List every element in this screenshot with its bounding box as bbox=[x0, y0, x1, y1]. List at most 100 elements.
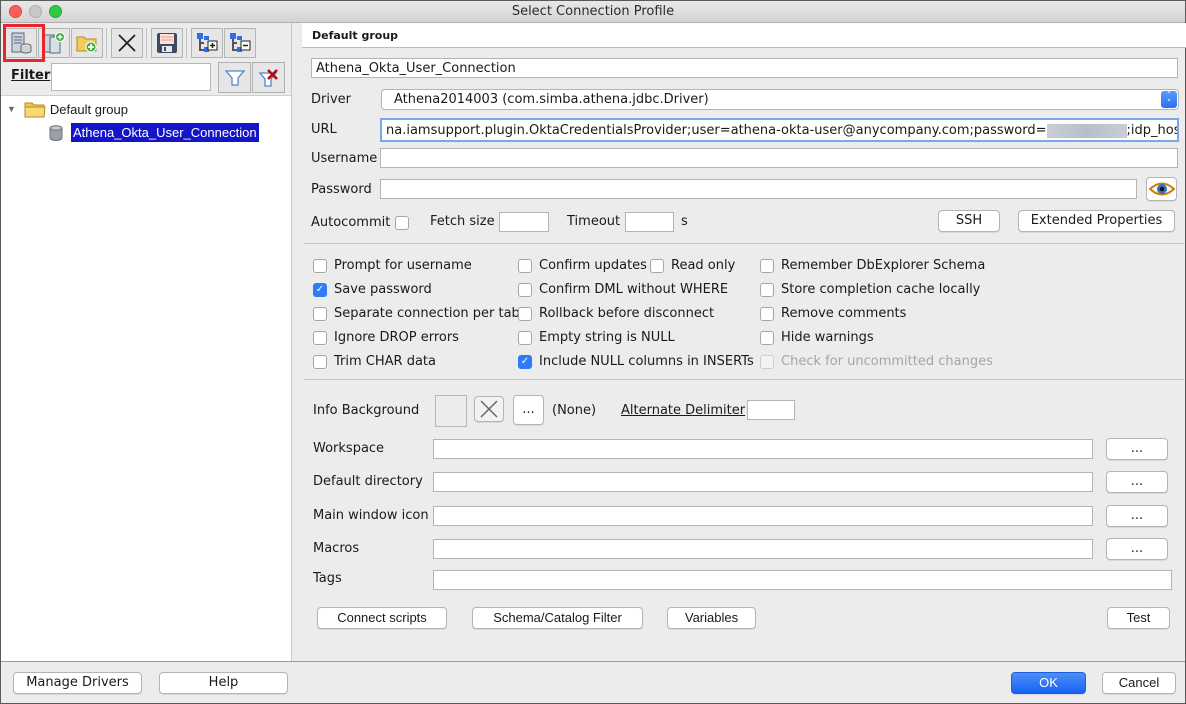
timeout-unit: s bbox=[681, 214, 688, 229]
checkbox[interactable] bbox=[760, 306, 774, 321]
option-trim-char-data[interactable]: Trim CHAR data bbox=[313, 354, 436, 369]
connect-scripts-button[interactable]: Connect scripts bbox=[317, 607, 447, 629]
checkbox[interactable] bbox=[313, 330, 327, 345]
fetch-size-input[interactable] bbox=[499, 212, 549, 232]
ok-button[interactable]: OK bbox=[1011, 672, 1086, 694]
close-window-button[interactable] bbox=[9, 5, 22, 18]
filter-input[interactable] bbox=[51, 63, 211, 91]
choose-color-button[interactable]: ... bbox=[513, 395, 544, 425]
show-password-button[interactable] bbox=[1146, 177, 1177, 201]
checkbox-checked[interactable]: ✓ bbox=[313, 282, 327, 297]
tree-profile-item[interactable]: Athena_Okta_User_Connection bbox=[49, 123, 259, 142]
checkbox[interactable] bbox=[650, 258, 664, 273]
main-window-icon-input[interactable] bbox=[433, 506, 1093, 526]
tags-input[interactable] bbox=[433, 570, 1172, 590]
cancel-button[interactable]: Cancel bbox=[1102, 672, 1176, 694]
test-button[interactable]: Test bbox=[1107, 607, 1170, 629]
default-directory-input[interactable] bbox=[433, 472, 1093, 492]
info-background-label: Info Background bbox=[313, 403, 420, 418]
window-title: Select Connection Profile bbox=[511, 4, 675, 19]
manage-drivers-label: Manage Drivers bbox=[26, 675, 129, 690]
option-confirm-dml[interactable]: Confirm DML without WHERE bbox=[518, 282, 728, 297]
delete-profile-button[interactable] bbox=[111, 28, 143, 58]
macros-browse-button[interactable]: ... bbox=[1106, 538, 1168, 560]
option-empty-string-null[interactable]: Empty string is NULL bbox=[518, 330, 675, 345]
checkbox[interactable] bbox=[313, 258, 327, 273]
option-remember-dbexplorer-schema[interactable]: Remember DbExplorer Schema bbox=[760, 258, 985, 273]
new-group-button[interactable] bbox=[71, 28, 103, 58]
clear-color-button[interactable] bbox=[474, 396, 504, 422]
workspace-browse-button[interactable]: ... bbox=[1106, 438, 1168, 460]
manage-drivers-button[interactable]: Manage Drivers bbox=[13, 672, 142, 694]
option-store-completion-cache[interactable]: Store completion cache locally bbox=[760, 282, 980, 297]
option-label: Check for uncommitted changes bbox=[781, 354, 993, 369]
driver-select-value: Athena2014003 (com.simba.athena.jdbc.Dri… bbox=[394, 92, 709, 107]
schema-catalog-filter-button[interactable]: Schema/Catalog Filter bbox=[472, 607, 643, 629]
filter-funnel-icon bbox=[224, 69, 245, 86]
option-save-password[interactable]: ✓ Save password bbox=[313, 282, 432, 297]
minimize-window-button[interactable] bbox=[29, 5, 42, 18]
autocommit-checkbox[interactable] bbox=[395, 216, 409, 230]
checkbox[interactable] bbox=[760, 258, 774, 273]
toolbar-separator bbox=[186, 28, 190, 58]
checkbox[interactable] bbox=[518, 306, 532, 321]
main-window-icon-browse-button[interactable]: ... bbox=[1106, 505, 1168, 527]
option-prompt-username[interactable]: Prompt for username bbox=[313, 258, 472, 273]
title-bar: Select Connection Profile bbox=[1, 1, 1185, 23]
timeout-label: Timeout bbox=[567, 214, 621, 229]
driver-label: Driver bbox=[311, 92, 352, 107]
ssh-button[interactable]: SSH bbox=[938, 210, 1000, 232]
expand-all-button[interactable] bbox=[191, 28, 223, 58]
macros-input[interactable] bbox=[433, 539, 1093, 559]
checkbox[interactable] bbox=[518, 330, 532, 345]
checkbox[interactable] bbox=[518, 258, 532, 273]
save-profiles-button[interactable] bbox=[151, 28, 183, 58]
alternate-delimiter-input[interactable] bbox=[747, 400, 795, 420]
help-button[interactable]: Help bbox=[159, 672, 288, 694]
option-rollback-disconnect[interactable]: Rollback before disconnect bbox=[518, 306, 714, 321]
option-separate-connection[interactable]: Separate connection per tab bbox=[313, 306, 520, 321]
default-directory-label: Default directory bbox=[313, 474, 423, 489]
option-remove-comments[interactable]: Remove comments bbox=[760, 306, 906, 321]
maximize-window-button[interactable] bbox=[49, 5, 62, 18]
close-x-icon bbox=[118, 34, 136, 52]
profile-name-input[interactable]: Athena_Okta_User_Connection bbox=[311, 58, 1178, 78]
url-label: URL bbox=[311, 122, 337, 137]
password-input[interactable] bbox=[380, 179, 1137, 199]
driver-select[interactable]: Athena2014003 (com.simba.athena.jdbc.Dri… bbox=[381, 89, 1179, 110]
expand-triangle-icon[interactable]: ▼ bbox=[7, 104, 16, 114]
option-hide-warnings[interactable]: Hide warnings bbox=[760, 330, 874, 345]
option-label: Hide warnings bbox=[781, 330, 874, 345]
checkbox[interactable] bbox=[313, 354, 327, 369]
eye-icon bbox=[1148, 182, 1175, 196]
checkbox[interactable] bbox=[760, 282, 774, 297]
option-ignore-drop-errors[interactable]: Ignore DROP errors bbox=[313, 330, 459, 345]
checkbox-checked[interactable]: ✓ bbox=[518, 354, 532, 369]
option-label: Ignore DROP errors bbox=[334, 330, 459, 345]
option-include-null-columns[interactable]: ✓ Include NULL columns in INSERTs bbox=[518, 354, 754, 369]
url-input[interactable]: na.iamsupport.plugin.OktaCredentialsProv… bbox=[380, 118, 1179, 142]
username-input[interactable] bbox=[380, 148, 1178, 168]
variables-button[interactable]: Variables bbox=[667, 607, 756, 629]
workspace-input[interactable] bbox=[433, 439, 1093, 459]
extended-properties-button[interactable]: Extended Properties bbox=[1018, 210, 1175, 232]
apply-filter-button[interactable] bbox=[218, 62, 251, 93]
option-confirm-updates[interactable]: Confirm updates bbox=[518, 258, 647, 273]
section-divider bbox=[304, 243, 1184, 244]
section-divider bbox=[304, 379, 1184, 380]
option-label: Prompt for username bbox=[334, 258, 472, 273]
main-window-icon-label: Main window icon bbox=[313, 508, 429, 523]
checkbox[interactable] bbox=[313, 306, 327, 321]
tree-collapse-icon bbox=[230, 33, 251, 52]
timeout-input[interactable] bbox=[625, 212, 674, 232]
checkbox[interactable] bbox=[518, 282, 532, 297]
profile-tree: ▼ Default group Athena_Okta_User_Connect… bbox=[1, 95, 291, 661]
toolbar-separator bbox=[106, 28, 110, 58]
option-label: Store completion cache locally bbox=[781, 282, 981, 297]
tree-group-default[interactable]: ▼ Default group bbox=[7, 100, 128, 118]
option-read-only[interactable]: Read only bbox=[650, 258, 735, 273]
collapse-all-button[interactable] bbox=[224, 28, 256, 58]
default-directory-browse-button[interactable]: ... bbox=[1106, 471, 1168, 493]
checkbox[interactable] bbox=[760, 330, 774, 345]
clear-filter-button[interactable] bbox=[252, 62, 285, 93]
